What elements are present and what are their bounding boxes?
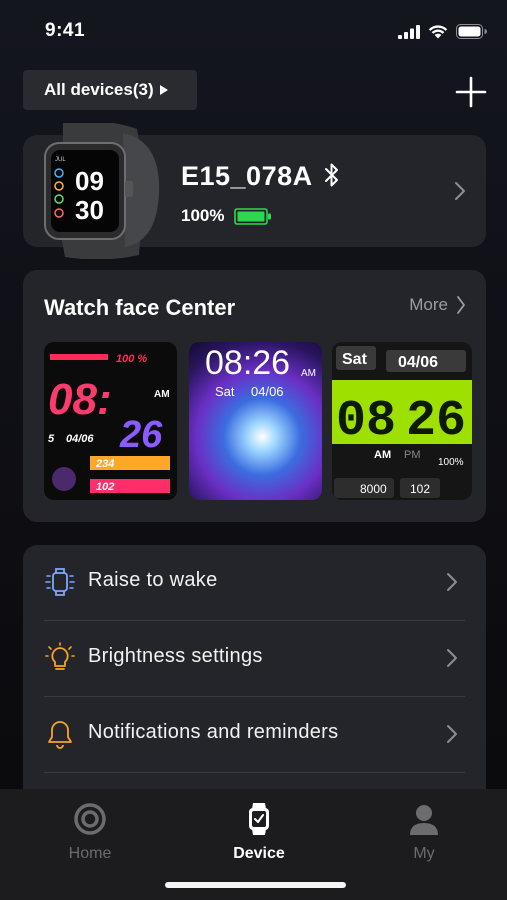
watch-face-1[interactable]: 100 % 08: AM 26 5 04/06 234 102 [44,342,177,500]
watch-image: JUL 09 30 [44,123,160,259]
signal-icon [398,24,420,39]
settings-menu: Raise to wake Brightness settings Notifi… [23,545,486,805]
device-card[interactable]: JUL 09 30 E15_078A 100% [23,123,486,259]
tab-device[interactable]: Device [199,799,319,863]
face3-minute: 26 [406,393,466,450]
notifications-item[interactable]: Notifications and reminders [23,697,486,772]
watch-face-1-graphic: 100 % 08: AM 26 5 04/06 234 102 [48,353,170,493]
face1-steps: 234 [95,458,114,470]
battery-status-icon [456,24,487,39]
lightbulb-icon [45,642,75,670]
svg-text:AM: AM [154,389,170,400]
chevron-right-icon [447,573,457,591]
more-link[interactable]: More [409,295,448,315]
chevron-right-icon [455,182,465,200]
brightness-settings-label: Brightness settings [88,645,263,667]
wifi-icon [428,24,448,38]
face3-day: Sat [342,351,368,368]
notifications-label: Notifications and reminders [88,721,339,743]
home-indicator[interactable] [165,882,346,888]
face1-day: 5 [48,433,55,445]
face2-time: 08:26 [205,344,290,382]
raise-to-wake-label: Raise to wake [88,569,218,591]
watch-icon [249,803,269,835]
raise-to-wake-item[interactable]: Raise to wake [23,545,486,620]
all-devices-button[interactable]: All devices(3) [23,70,197,110]
status-time: 9:41 [45,20,86,41]
face3-date: 04/06 [398,354,438,371]
battery-percent: 100% [181,206,225,225]
device-name: E15_078A [181,161,313,191]
face3-heart: 102 [410,482,430,496]
bluetooth-icon [325,163,338,187]
chevron-right-icon [447,725,457,743]
watch-face-center-title: Watch face Center [44,295,236,320]
face2-day: Sat [215,384,235,399]
face2-date: 04/06 [251,384,284,399]
tab-home[interactable]: Home [30,799,150,863]
face3-am: AM [374,449,391,461]
face3-battery: 100% [438,457,464,468]
watch-preview-hour: 09 [75,166,104,196]
svg-text:JUL: JUL [55,157,66,163]
face1-battery: 100 % [116,353,147,365]
face1-date: 04/06 [66,433,94,445]
face1-minute: 26 [119,414,163,456]
divider [44,772,465,773]
watch-face-2[interactable]: 08:26 AM Sat 04/06 [189,342,322,500]
raise-to-wake-icon [45,568,75,596]
face3-hour: 08 [336,393,396,450]
status-bar: 9:41 [0,0,507,62]
tab-device-label: Device [233,845,285,862]
profile-icon [410,805,438,835]
tab-my-label: My [413,845,435,862]
face1-heart: 102 [96,481,114,493]
watch-preview-minute: 30 [75,195,104,225]
face2-ampm: AM [301,368,316,379]
tab-home-label: Home [68,845,112,862]
status-icons [398,24,487,39]
watch-face-3[interactable]: Sat 04/06 08 26 AM PM 100% 8000 102 [332,342,472,500]
chevron-right-icon [447,649,457,667]
battery-full-icon [234,208,271,225]
add-device-icon[interactable] [455,76,487,108]
play-triangle-icon [159,85,168,95]
face3-pm: PM [404,449,421,461]
all-devices-label: All devices(3) [44,80,154,99]
tab-my[interactable]: My [364,799,484,863]
brightness-settings-item[interactable]: Brightness settings [23,621,486,696]
face3-steps: 8000 [360,482,387,496]
more-chevron-icon[interactable] [456,295,466,315]
watch-face-3-graphic: Sat 04/06 08 26 AM PM 100% 8000 102 [332,346,472,498]
watch-face-2-graphic: 08:26 AM Sat 04/06 [205,344,316,399]
face1-hour: 08: [48,375,112,424]
watch-face-center: Watch face Center More 100 % 08: AM 26 5… [23,270,486,522]
home-icon [74,803,106,835]
bell-icon [48,721,72,749]
